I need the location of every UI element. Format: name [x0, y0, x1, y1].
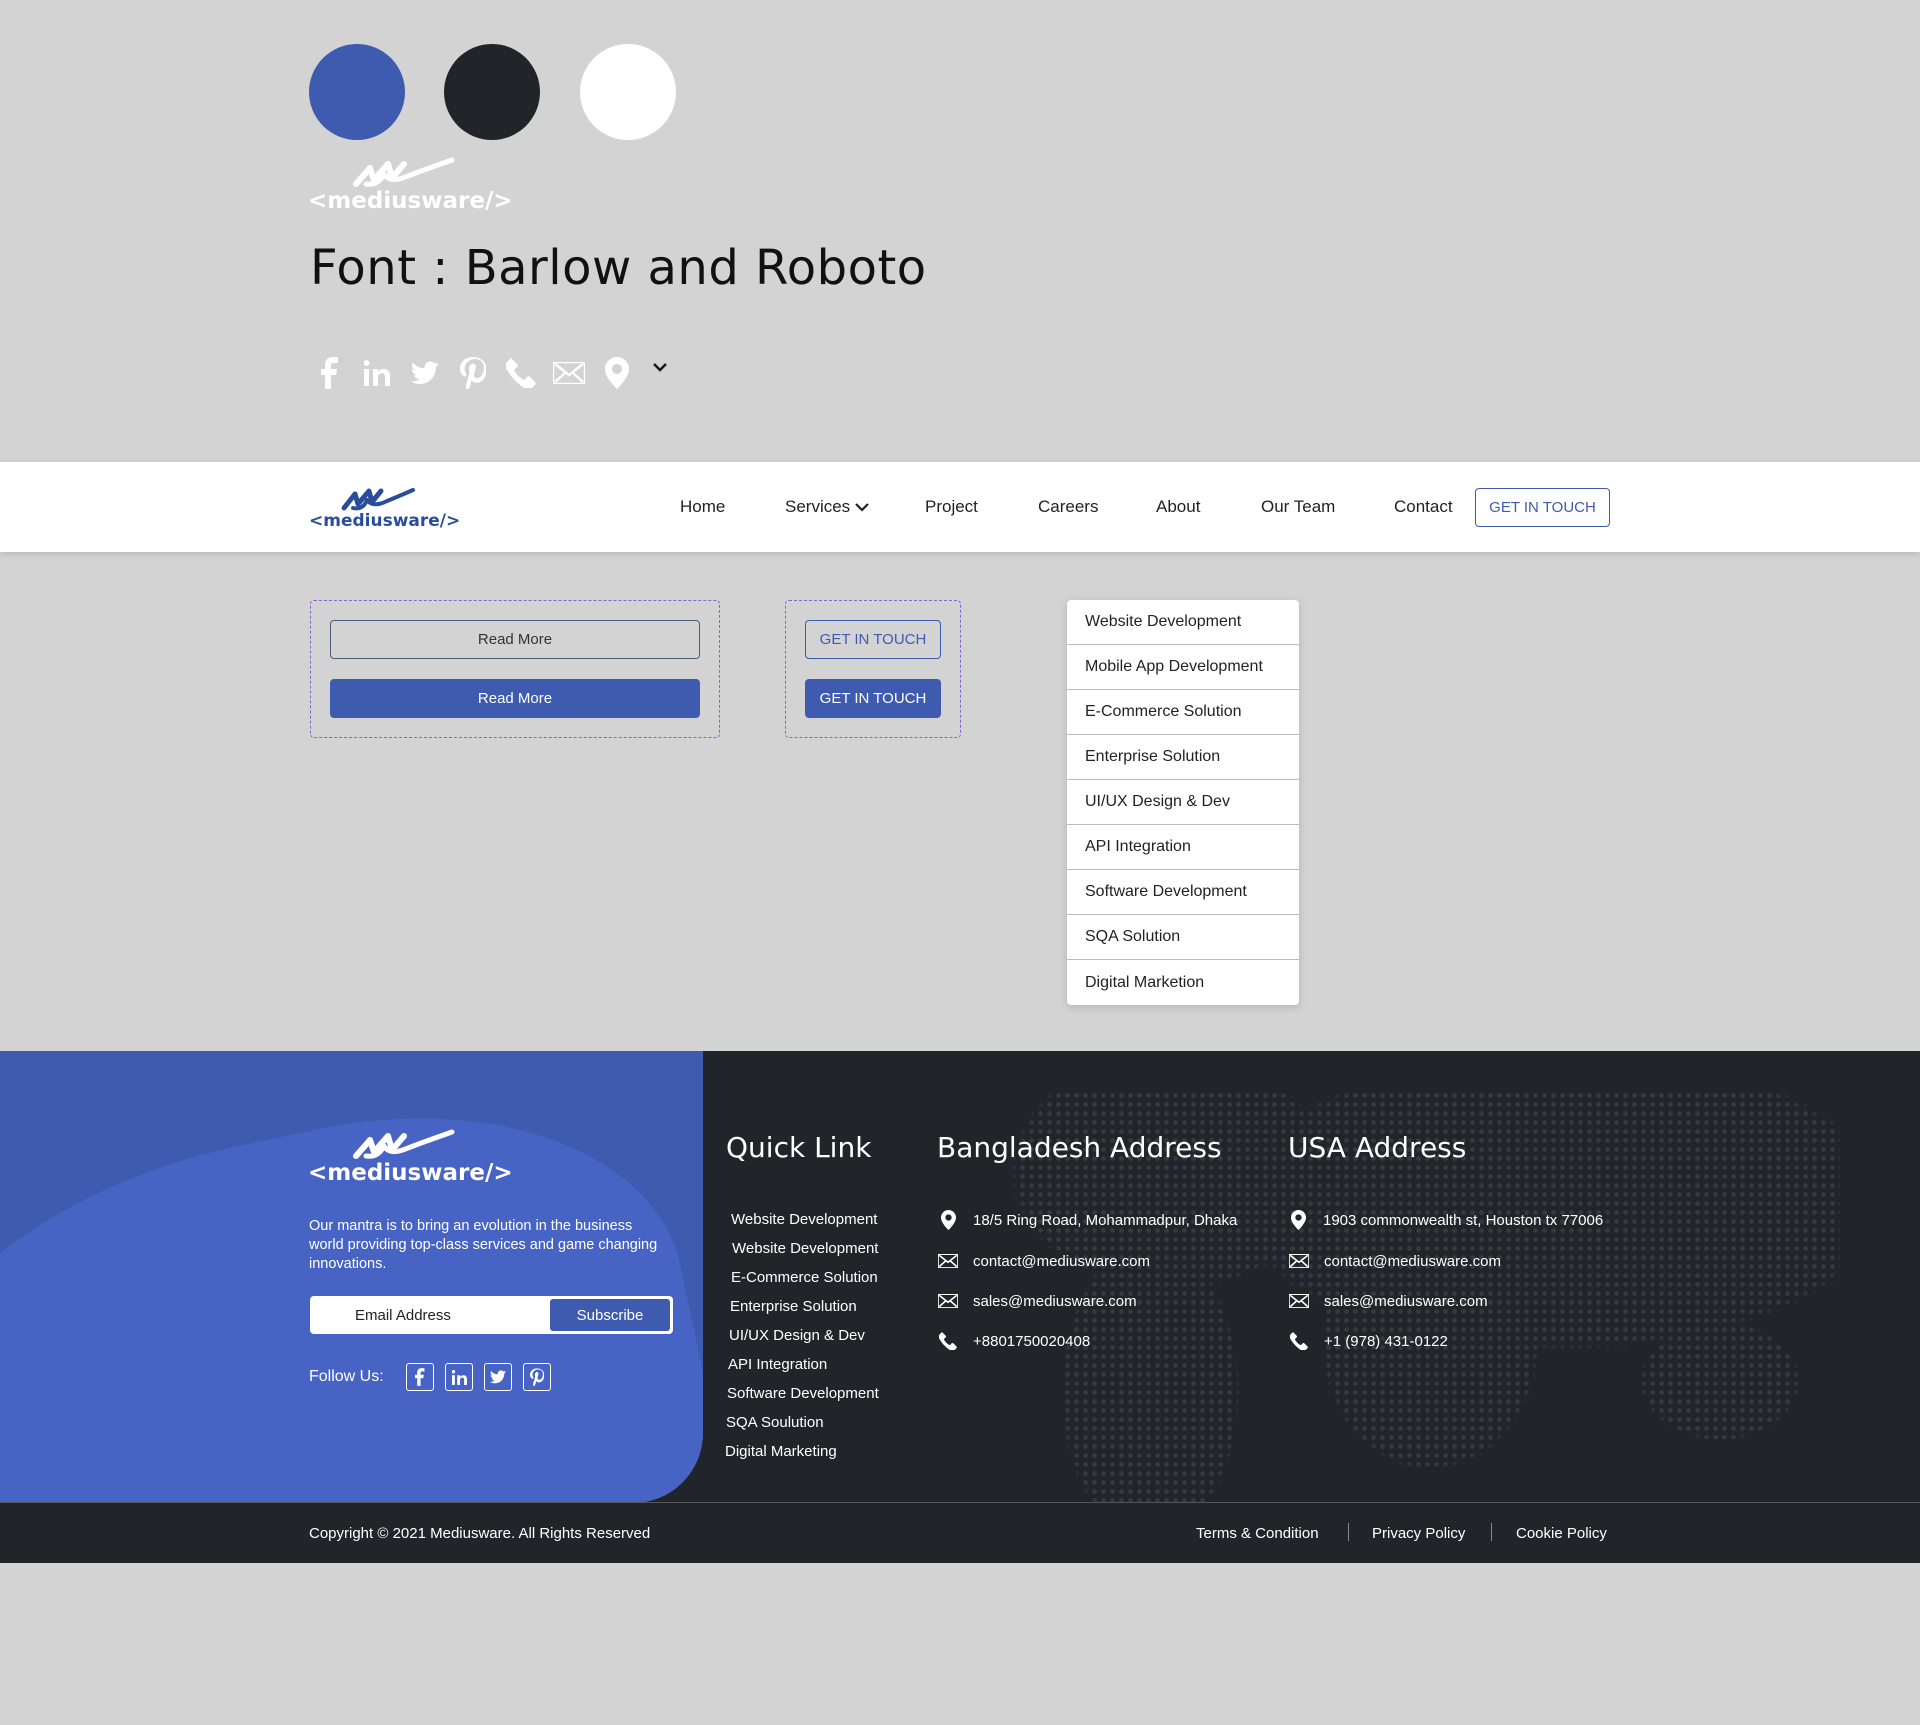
bd-address-text: 18/5 Ring Road, Mohammadpur, Dhaka — [973, 1211, 1238, 1229]
location-icon — [937, 1209, 959, 1231]
divider — [1348, 1523, 1349, 1541]
chevron-down-icon — [855, 503, 869, 512]
read-more-outline-button[interactable]: Read More — [330, 620, 700, 659]
follow-us-label: Follow Us: — [309, 1368, 384, 1385]
subscribe-button[interactable]: Subscribe — [550, 1299, 670, 1331]
usa-sales-row: sales@mediusware.com — [1288, 1290, 1488, 1312]
terms-link[interactable]: Terms & Condition — [1196, 1525, 1319, 1542]
quick-link[interactable]: Digital Marketing — [725, 1443, 837, 1460]
email-input[interactable] — [310, 1296, 545, 1334]
dropdown-item[interactable]: API Integration — [1067, 825, 1299, 870]
quick-link[interactable]: UI/UX Design & Dev — [729, 1327, 865, 1344]
phone-icon[interactable] — [503, 355, 539, 391]
dropdown-item[interactable]: Digital Marketion — [1067, 960, 1299, 1005]
mail-icon — [937, 1290, 959, 1312]
mail-icon — [1288, 1250, 1310, 1272]
get-in-touch-filled-button[interactable]: GET IN TOUCH — [805, 679, 941, 718]
bd-phone-row: +8801750020408 — [937, 1330, 1090, 1352]
cookie-link[interactable]: Cookie Policy — [1516, 1525, 1607, 1542]
nav-project[interactable]: Project — [925, 497, 978, 517]
bd-sales-email[interactable]: sales@mediusware.com — [973, 1293, 1137, 1310]
linkedin-icon[interactable] — [359, 355, 395, 391]
quick-link[interactable]: SQA Soulution — [726, 1414, 824, 1431]
usa-sales-email[interactable]: sales@mediusware.com — [1324, 1293, 1488, 1310]
bd-contact-email[interactable]: contact@mediusware.com — [973, 1253, 1150, 1270]
dropdown-item[interactable]: E-Commerce Solution — [1067, 690, 1299, 735]
nav-home[interactable]: Home — [680, 497, 725, 517]
mail-icon — [937, 1250, 959, 1272]
nav-about[interactable]: About — [1156, 497, 1200, 517]
get-in-touch-outline-button[interactable]: GET IN TOUCH — [805, 620, 941, 659]
usa-phone[interactable]: +1 (978) 431-0122 — [1324, 1333, 1448, 1350]
services-dropdown-menu: Website Development Mobile App Developme… — [1067, 600, 1299, 1005]
bd-email-row: contact@mediusware.com — [937, 1250, 1150, 1272]
swatch-primary-blue — [309, 44, 405, 140]
twitter-icon[interactable] — [407, 355, 443, 391]
facebook-icon[interactable] — [312, 355, 348, 391]
quick-link[interactable]: Enterprise Solution — [730, 1298, 857, 1315]
footer-logo-wordmark: <mediusware/> — [308, 1160, 513, 1186]
phone-icon — [1288, 1330, 1310, 1352]
subscribe-form: Subscribe — [310, 1296, 673, 1334]
quick-link-heading: Quick Link — [726, 1131, 872, 1164]
dropdown-item[interactable]: Software Development — [1067, 870, 1299, 915]
logo-wordmark: <mediusware/> — [308, 188, 513, 214]
usa-phone-row: +1 (978) 431-0122 — [1288, 1330, 1448, 1352]
privacy-link[interactable]: Privacy Policy — [1372, 1525, 1465, 1542]
footer: <mediusware/> Our mantra is to bring an … — [0, 1051, 1920, 1503]
footer-logo: <mediusware/> — [308, 1126, 513, 1188]
nav-our-team[interactable]: Our Team — [1261, 497, 1335, 517]
dropdown-item[interactable]: UI/UX Design & Dev — [1067, 780, 1299, 825]
location-icon — [1287, 1209, 1309, 1231]
footer-brand-panel: <mediusware/> Our mantra is to bring an … — [0, 1051, 703, 1503]
font-title: Font : Barlow and Roboto — [310, 240, 927, 296]
read-more-filled-button[interactable]: Read More — [330, 679, 700, 718]
pinterest-icon[interactable] — [523, 1363, 551, 1391]
bd-phone[interactable]: +8801750020408 — [973, 1333, 1090, 1350]
pinterest-icon[interactable] — [455, 355, 491, 391]
chevron-down-icon[interactable] — [642, 349, 678, 385]
linkedin-icon[interactable] — [445, 1363, 473, 1391]
mail-icon[interactable] — [551, 355, 587, 391]
copyright-bar: Copyright © 2021 Mediusware. All Rights … — [0, 1502, 1920, 1563]
logo-wordmark-color: <mediusware/> — [309, 511, 461, 531]
quick-link[interactable]: Website Development — [732, 1240, 878, 1257]
quick-link[interactable]: E-Commerce Solution — [731, 1269, 878, 1286]
nav-contact[interactable]: Contact — [1394, 497, 1453, 517]
swatch-white — [580, 44, 676, 140]
nav-services[interactable]: Services — [785, 497, 870, 517]
bd-sales-row: sales@mediusware.com — [937, 1290, 1137, 1312]
dropdown-item[interactable]: Mobile App Development — [1067, 645, 1299, 690]
quick-link[interactable]: API Integration — [728, 1356, 827, 1373]
bd-address-row: 18/5 Ring Road, Mohammadpur, Dhaka — [937, 1209, 1237, 1231]
logo-color[interactable]: <mediusware/> — [309, 484, 469, 534]
logo-white: <mediusware/> — [308, 154, 513, 216]
dropdown-item[interactable]: Enterprise Solution — [1067, 735, 1299, 780]
navbar: <mediusware/> Home Services Project Care… — [0, 462, 1920, 552]
copyright-text: Copyright © 2021 Mediusware. All Rights … — [309, 1525, 651, 1542]
quick-link[interactable]: Software Development — [727, 1385, 879, 1402]
quick-link[interactable]: Website Development — [731, 1211, 877, 1228]
mail-icon — [1288, 1290, 1310, 1312]
divider — [1491, 1523, 1492, 1541]
phone-icon — [937, 1330, 959, 1352]
twitter-icon[interactable] — [484, 1363, 512, 1391]
usa-email-row: contact@mediusware.com — [1288, 1250, 1501, 1272]
usa-address-text: 1903 commonwealth st, Houston tx 77006 — [1323, 1211, 1604, 1229]
facebook-icon[interactable] — [406, 1363, 434, 1391]
swatch-dark — [444, 44, 540, 140]
usa-address-row: 1903 commonwealth st, Houston tx 77006 — [1287, 1209, 1603, 1231]
usa-address-heading: USA Address — [1288, 1131, 1467, 1164]
dropdown-item[interactable]: SQA Solution — [1067, 915, 1299, 960]
location-icon[interactable] — [599, 355, 635, 391]
bangladesh-address-heading: Bangladesh Address — [937, 1131, 1222, 1164]
dropdown-item[interactable]: Website Development — [1067, 600, 1299, 645]
nav-careers[interactable]: Careers — [1038, 497, 1098, 517]
footer-mantra: Our mantra is to bring an evolution in t… — [309, 1218, 658, 1272]
nav-get-in-touch-button[interactable]: GET IN TOUCH — [1475, 488, 1610, 527]
usa-contact-email[interactable]: contact@mediusware.com — [1324, 1253, 1501, 1270]
nav-services-label: Services — [785, 497, 851, 516]
